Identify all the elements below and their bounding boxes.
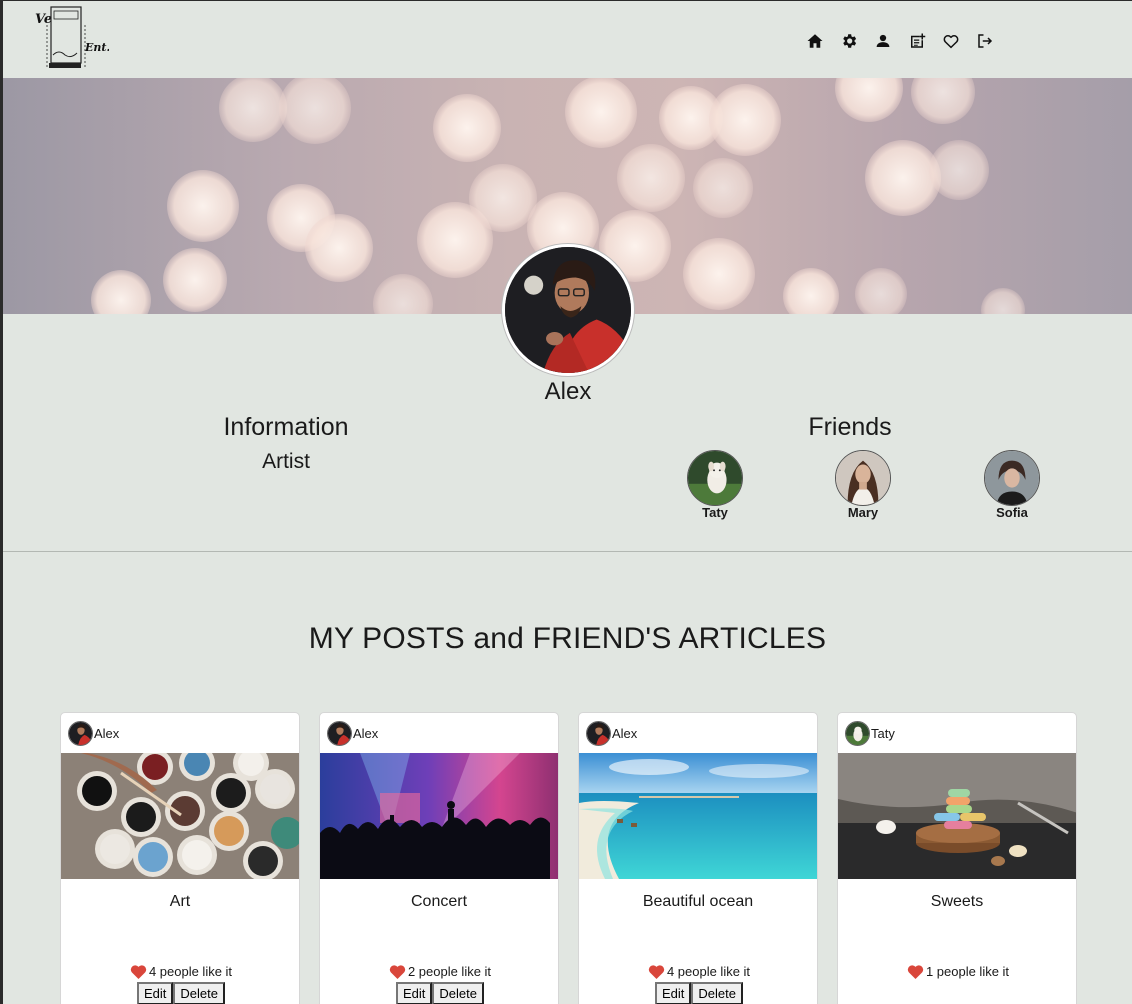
post-title: Art xyxy=(169,893,191,910)
author-name[interactable]: Alex xyxy=(353,726,378,741)
post-image[interactable] xyxy=(838,753,1076,879)
section-divider xyxy=(3,551,1132,552)
post-actions: Edit Delete xyxy=(61,982,299,1004)
post-image[interactable] xyxy=(320,753,558,879)
posts-section-title: MY POSTS and FRIEND'S ARTICLES xyxy=(308,622,827,655)
heart-icon[interactable] xyxy=(648,964,665,979)
post-image[interactable] xyxy=(579,753,817,879)
friend-item[interactable]: Sofia xyxy=(972,450,1052,520)
information-heading: Information xyxy=(223,413,349,441)
author-avatar[interactable] xyxy=(327,720,352,746)
delete-button[interactable]: Delete xyxy=(173,982,225,1004)
post-card-header: Alex xyxy=(61,713,299,753)
friend-avatar[interactable] xyxy=(835,450,891,506)
svg-text:Ent.: Ent. xyxy=(84,41,109,54)
svg-text:Ve: Ve xyxy=(35,12,52,27)
heart-icon[interactable] xyxy=(389,964,406,979)
friends-heading: Friends xyxy=(808,413,892,441)
post-card[interactable]: Alex Concert 2 people like it Edit Delet… xyxy=(319,712,559,1004)
friend-name: Taty xyxy=(702,505,728,520)
edit-button[interactable]: Edit xyxy=(137,982,174,1004)
post-title: Concert xyxy=(410,893,468,910)
user-icon[interactable] xyxy=(871,29,895,53)
post-card-header: Alex xyxy=(320,713,558,753)
author-avatar[interactable] xyxy=(68,720,93,746)
profile-avatar[interactable] xyxy=(502,244,634,376)
author-avatar[interactable] xyxy=(586,720,611,746)
delete-button[interactable]: Delete xyxy=(691,982,743,1004)
friend-item[interactable]: Taty xyxy=(675,450,755,520)
heart-icon[interactable] xyxy=(130,964,147,979)
post-image[interactable] xyxy=(61,753,299,879)
friend-avatar[interactable] xyxy=(984,450,1040,506)
edit-button[interactable]: Edit xyxy=(396,982,433,1004)
information-value: Artist xyxy=(262,450,310,473)
post-likes: 2 people like it xyxy=(320,964,558,979)
friend-name: Mary xyxy=(847,505,879,520)
post-actions: Edit Delete xyxy=(579,982,817,1004)
post-card-header: Taty xyxy=(838,713,1076,753)
gear-icon[interactable] xyxy=(837,29,861,53)
friend-name: Sofia xyxy=(996,505,1028,520)
post-card[interactable]: Taty Sweets 1 people like it xyxy=(837,712,1077,1004)
post-title: Beautiful ocean xyxy=(642,893,754,910)
friend-avatar[interactable] xyxy=(687,450,743,506)
post-likes: 1 people like it xyxy=(838,964,1076,979)
logout-icon[interactable] xyxy=(973,29,997,53)
post-card[interactable]: Alex Beautiful ocean 4 people like it Ed… xyxy=(578,712,818,1004)
home-icon[interactable] xyxy=(803,29,827,53)
likes-count: 4 people like it xyxy=(148,964,233,979)
likes-count: 1 people like it xyxy=(925,964,1010,979)
likes-count: 2 people like it xyxy=(407,964,492,979)
heart-outline-icon[interactable] xyxy=(939,29,963,53)
edit-button[interactable]: Edit xyxy=(655,982,692,1004)
post-card[interactable]: Alex Art 4 people like it Edit Delete xyxy=(60,712,300,1004)
post-title: Sweets xyxy=(930,893,984,910)
delete-button[interactable]: Delete xyxy=(432,982,484,1004)
heart-icon[interactable] xyxy=(907,964,924,979)
profile-name: Alex xyxy=(544,378,592,405)
author-name[interactable]: Taty xyxy=(871,726,895,741)
post-actions: Edit Delete xyxy=(320,982,558,1004)
post-likes: 4 people like it xyxy=(61,964,299,979)
post-card-header: Alex xyxy=(579,713,817,753)
note-add-icon[interactable] xyxy=(905,29,929,53)
likes-count: 4 people like it xyxy=(666,964,751,979)
nav-icon-bar xyxy=(803,29,997,53)
friend-item[interactable]: Mary xyxy=(823,450,903,520)
post-likes: 4 people like it xyxy=(579,964,817,979)
navbar: Ve Ent. xyxy=(3,1,1132,78)
site-logo[interactable]: Ve Ent. xyxy=(33,5,110,77)
author-name[interactable]: Alex xyxy=(94,726,119,741)
author-name[interactable]: Alex xyxy=(612,726,637,741)
author-avatar[interactable] xyxy=(845,720,870,746)
